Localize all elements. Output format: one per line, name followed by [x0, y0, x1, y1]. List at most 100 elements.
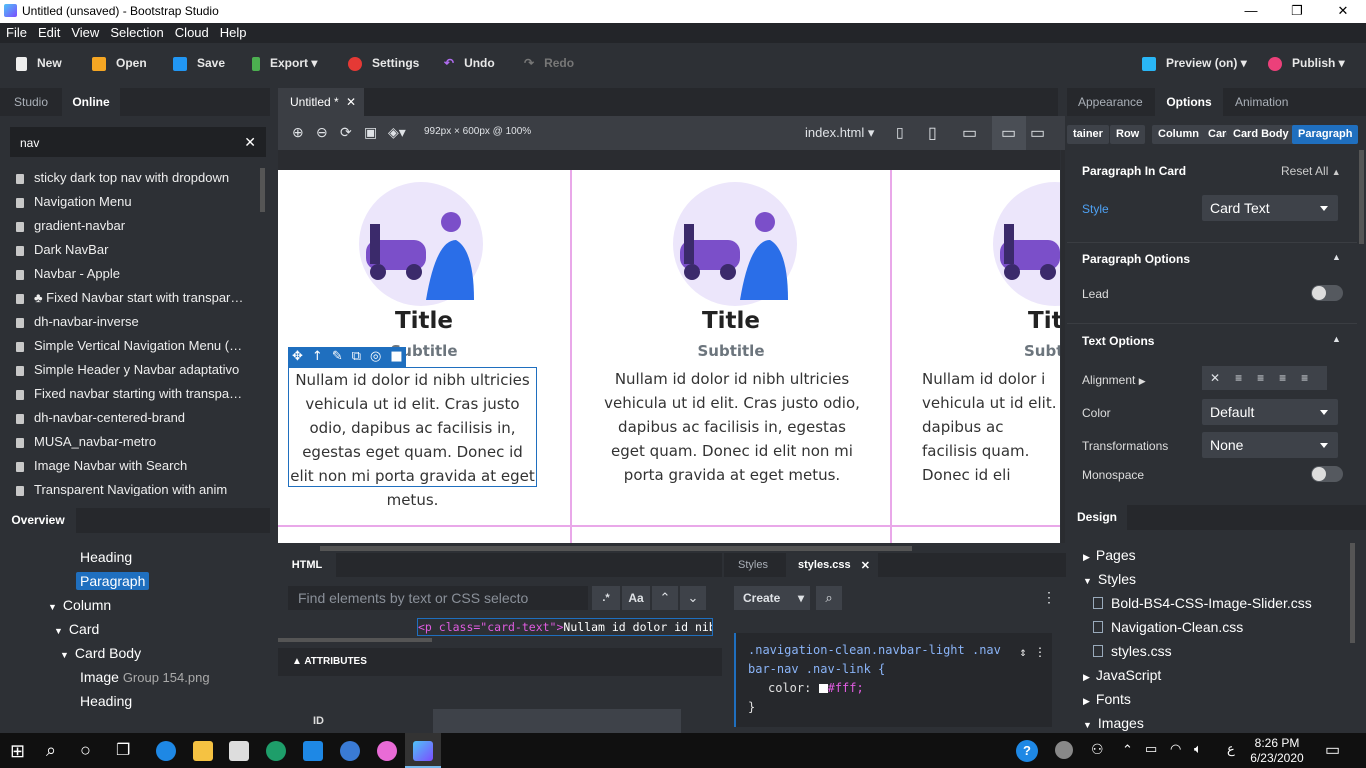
cortana-icon[interactable]: ○ [80, 740, 91, 761]
undo-button[interactable]: ↶ Undo [444, 43, 495, 88]
card-title[interactable]: Title [572, 308, 890, 334]
options-scrollbar[interactable] [1359, 150, 1364, 244]
slack-icon[interactable] [377, 741, 397, 761]
card-column[interactable]: Tit Subt Nullam id dolor i vehicula ut i… [892, 170, 1060, 543]
card-text[interactable]: Nullam id dolor id nibh ultricies vehicu… [602, 367, 862, 487]
tree-file[interactable]: Navigation-Clean.css [1093, 619, 1243, 635]
color-swatch[interactable] [818, 684, 828, 693]
close-window-button[interactable]: ✕ [1320, 0, 1366, 23]
open-button[interactable]: Open [92, 43, 147, 88]
breadcrumb-paragraph[interactable]: Paragraph [1292, 125, 1359, 144]
alignment-buttons[interactable]: ✕≡≡≡≡ [1202, 366, 1327, 390]
card-text[interactable]: Nullam id dolor i vehicula ut id elit. d… [922, 367, 1060, 487]
create-button[interactable]: Create ▾ [734, 586, 810, 610]
breadcrumb-container[interactable]: tainer [1067, 125, 1109, 144]
mail-icon[interactable] [303, 741, 323, 761]
tree-item-heading[interactable]: Heading [0, 689, 262, 713]
breadcrumb-column[interactable]: Column [1152, 125, 1205, 144]
canvas-vscroll[interactable] [1061, 150, 1065, 543]
breadcrumb-row[interactable]: Row [1110, 125, 1146, 144]
tab-styles[interactable]: Styles [738, 559, 768, 571]
tab-styles-css[interactable]: styles.css ✕ [786, 553, 878, 577]
tree-item-card[interactable]: ▼ Card [0, 617, 262, 641]
menu-file[interactable]: File [0, 23, 32, 40]
collapse-icon[interactable]: ▲ [1332, 252, 1341, 262]
card-subtitle[interactable]: Subtitle [572, 342, 890, 360]
rotate-icon[interactable]: ⟳ [340, 124, 352, 141]
clear-search-icon[interactable]: ✕ [244, 134, 256, 151]
list-item[interactable]: Simple Header y Navbar adaptativo [0, 358, 262, 382]
component-search-input[interactable]: nav ✕ [10, 127, 266, 157]
export-button[interactable]: Export ▾ [252, 43, 317, 88]
code-line[interactable]: <p class="card-text">Nullam id dolor id … [417, 618, 713, 636]
tab-studio[interactable]: Studio [14, 88, 48, 116]
viewport-size[interactable]: 992px × 600px @ 100% [424, 126, 531, 137]
lead-toggle[interactable] [1311, 285, 1343, 301]
menu-view[interactable]: View [65, 23, 104, 40]
browser-icon[interactable] [266, 741, 286, 761]
battery-icon[interactable]: ▭ [1145, 741, 1157, 757]
left-list-scrollbar[interactable] [260, 168, 265, 212]
list-item[interactable]: dh-navbar-inverse [0, 310, 262, 334]
notification-icon[interactable]: ▭ [1325, 740, 1340, 760]
list-item[interactable]: Navbar - Apple [0, 262, 262, 286]
find-next-button[interactable]: ⌄ [680, 586, 706, 610]
tab-untitled[interactable]: Untitled * ✕ [278, 88, 364, 116]
new-button[interactable]: New [16, 43, 62, 88]
tab-animation[interactable]: Animation [1235, 95, 1288, 109]
desktop-view-icon[interactable]: ▭ [1030, 123, 1045, 143]
tree-item-card-body[interactable]: ▼ Card Body [0, 641, 262, 665]
more-options-icon[interactable]: ⋮ [1042, 589, 1056, 606]
laptop-view-button[interactable]: ▭ [992, 116, 1026, 150]
list-item[interactable]: Navigation Menu [0, 190, 262, 214]
minimize-button[interactable]: — [1228, 0, 1274, 23]
list-item[interactable]: Transparent Navigation with anim [0, 478, 262, 496]
color-select[interactable]: Default [1202, 399, 1338, 425]
close-tab-icon[interactable]: ✕ [346, 95, 356, 109]
tablet-landscape-icon[interactable]: ▭ [962, 123, 977, 143]
layers-icon[interactable]: ◈▾ [388, 124, 406, 141]
transformations-select[interactable]: None [1202, 432, 1338, 458]
file-explorer-icon[interactable] [193, 741, 213, 761]
card-title[interactable]: Title [278, 308, 570, 334]
user-icon[interactable] [1055, 741, 1073, 759]
card-column[interactable]: Title Subtitle Nullam id dolor id nibh u… [572, 170, 892, 543]
windows-start-icon[interactable]: ⊞ [10, 741, 25, 762]
tab-html[interactable]: HTML [278, 553, 336, 577]
regex-button[interactable]: .* [592, 586, 620, 610]
design-scrollbar[interactable] [1350, 543, 1355, 643]
tab-overview[interactable]: Overview [0, 508, 76, 533]
design-canvas[interactable]: Title Subtitle ✥↑✎⧉◎■ Nullam id dolor id… [278, 150, 1060, 543]
tree-file[interactable]: styles.css [1093, 643, 1172, 659]
maximize-button[interactable]: ❐ [1274, 0, 1320, 23]
find-elements-input[interactable]: Find elements by text or CSS selecto [288, 586, 588, 610]
style-select[interactable]: Card Text [1202, 195, 1338, 221]
card-column[interactable]: Title Subtitle ✥↑✎⧉◎■ Nullam id dolor id… [278, 170, 572, 543]
language-indicator[interactable]: ع [1227, 741, 1235, 757]
tree-pages[interactable]: ▶ Pages [1083, 547, 1136, 563]
search-icon[interactable]: ⌕ [46, 740, 56, 761]
zoom-in-icon[interactable]: ⊕ [292, 124, 304, 141]
code-hscroll[interactable] [278, 638, 432, 642]
redo-button[interactable]: ↷ Redo [524, 43, 574, 88]
close-tab-icon[interactable]: ✕ [861, 559, 870, 572]
collapse-icon[interactable]: ▲ [1332, 334, 1341, 344]
tree-item-column[interactable]: ▼ Column [0, 593, 262, 617]
card-text-selected[interactable]: Nullam id dolor id nibh ultricies vehicu… [288, 367, 537, 509]
bootstrap-studio-taskbar-button[interactable] [405, 733, 441, 768]
menu-cloud[interactable]: Cloud [169, 23, 214, 40]
monospace-toggle[interactable] [1311, 466, 1343, 482]
canvas-hscroll[interactable] [320, 546, 912, 551]
preview-button[interactable]: Preview (on) ▾ [1142, 43, 1247, 88]
edge-icon[interactable] [156, 741, 176, 761]
reset-all-button[interactable]: Reset All ▲ [1281, 164, 1341, 178]
list-item[interactable]: dh-navbar-centered-brand [0, 406, 262, 430]
image-icon[interactable]: ▣ [364, 124, 377, 141]
chevron-up-icon[interactable]: ⌃ [1122, 742, 1133, 758]
list-item[interactable]: ♣ Fixed Navbar start with transpar… [0, 286, 262, 310]
menu-selection[interactable]: Selection [104, 23, 168, 40]
id-input[interactable] [433, 709, 681, 733]
element-action-toolbar[interactable]: ✥↑✎⧉◎■ [288, 347, 406, 367]
tab-online[interactable]: Online [62, 88, 120, 116]
rule-options-icon[interactable]: ⇕ ⋮ [1020, 643, 1046, 662]
